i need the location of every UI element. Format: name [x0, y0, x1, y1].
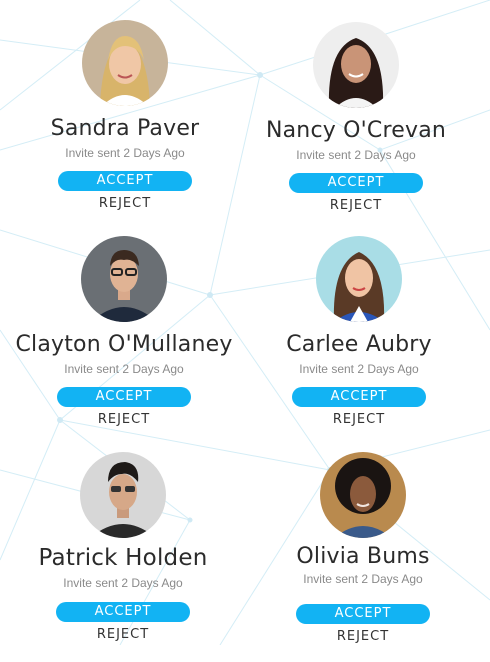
invite-card: Carlee Aubry Invite sent 2 Days Ago ACCE…	[244, 236, 474, 446]
invite-card: Patrick Holden Invite sent 2 Days Ago AC…	[8, 452, 238, 662]
reject-button[interactable]: REJECT	[244, 412, 474, 427]
invite-status: Invite sent 2 Days Ago	[296, 148, 416, 162]
invite-status: Invite sent 2 Days Ago	[63, 576, 183, 590]
accept-button[interactable]: ACCEPT	[57, 387, 191, 407]
invitee-name: Patrick Holden	[38, 545, 208, 571]
invitee-name: Nancy O'Crevan	[265, 118, 447, 143]
invite-status: Invite sent 2 Days Ago	[65, 146, 185, 160]
accept-button[interactable]: ACCEPT	[289, 173, 423, 193]
invite-card: Nancy O'Crevan Invite sent 2 Days Ago AC…	[241, 22, 471, 232]
woman-dark-hair-avatar	[313, 22, 399, 108]
invite-status: Invite sent 2 Days Ago	[299, 362, 419, 376]
invite-status: Invite sent 2 Days Ago	[64, 362, 184, 376]
reject-button[interactable]: REJECT	[10, 196, 240, 211]
man-glasses-avatar	[81, 236, 167, 322]
invite-status: Invite sent 2 Days Ago	[303, 572, 423, 586]
woman-blonde-avatar	[82, 20, 168, 106]
invite-card: Olivia Bums Invite sent 2 Days Ago ACCEP…	[248, 452, 478, 662]
woman-brunette-avatar	[316, 236, 402, 322]
woman-curly-hair-avatar	[320, 452, 406, 538]
invitee-name: Carlee Aubry	[286, 332, 432, 357]
invitee-name: Sandra Paver	[50, 116, 200, 141]
invitee-name: Olivia Bums	[296, 544, 430, 569]
reject-button[interactable]: REJECT	[8, 627, 238, 642]
accept-button[interactable]: ACCEPT	[296, 604, 430, 624]
reject-button[interactable]: REJECT	[248, 629, 478, 644]
reject-button[interactable]: REJECT	[241, 198, 471, 213]
accept-button[interactable]: ACCEPT	[58, 171, 192, 191]
invite-card: Sandra Paver Invite sent 2 Days Ago ACCE…	[10, 20, 240, 230]
accept-button[interactable]: ACCEPT	[56, 602, 190, 622]
invitee-name: Clayton O'Mullaney	[15, 332, 233, 357]
invite-card: Clayton O'Mullaney Invite sent 2 Days Ag…	[9, 236, 239, 446]
reject-button[interactable]: REJECT	[9, 412, 239, 427]
man-sunglasses-avatar	[80, 452, 166, 538]
accept-button[interactable]: ACCEPT	[292, 387, 426, 407]
